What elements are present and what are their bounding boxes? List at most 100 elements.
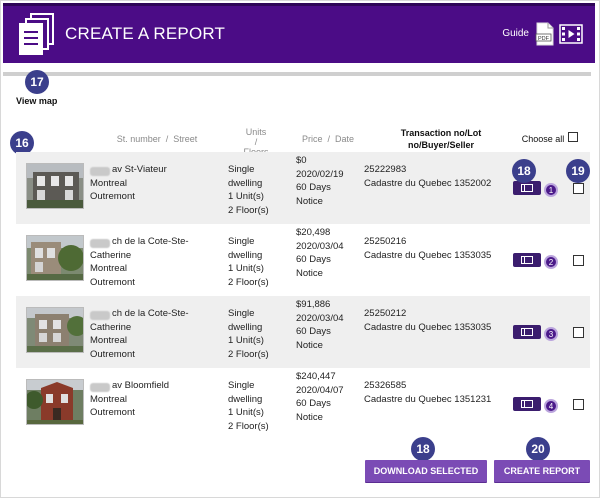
- cadastre: Cadastre du Quebec 1352002: [364, 177, 492, 189]
- street-name: av St-Viateur: [112, 164, 167, 175]
- report-icon: [521, 184, 533, 192]
- floor-count: 2 Floor(s): [228, 276, 269, 288]
- floor-count: 2 Floor(s): [228, 204, 269, 216]
- choose-all-checkbox[interactable]: [568, 132, 578, 142]
- notice: 60 Days Notice: [296, 182, 331, 207]
- price: $91,886: [296, 299, 331, 310]
- city: Montreal: [90, 335, 127, 346]
- floor-count: 2 Floor(s): [228, 420, 269, 432]
- borough: Outremont: [90, 191, 135, 202]
- unit-count: 1 Unit(s): [228, 407, 264, 418]
- row-report-button[interactable]: [513, 181, 541, 195]
- row-select-checkbox[interactable]: [573, 399, 584, 410]
- transaction-number: 25250216: [364, 236, 407, 247]
- callout-badge-18-download: 18: [411, 437, 435, 461]
- property-address: 748ch de la Cote-Ste-Catherine Montreal …: [90, 235, 210, 289]
- date: 2020/02/19: [296, 168, 344, 180]
- row-select-checkbox[interactable]: [573, 327, 584, 338]
- dwelling-type: Single dwelling: [228, 308, 263, 333]
- report-icon: [521, 400, 533, 408]
- column-header-transaction: Transaction no/Lot no/Buyer/Seller: [400, 128, 482, 150]
- price: $0: [296, 155, 307, 166]
- row-number-badge: 2: [544, 255, 558, 269]
- video-icon[interactable]: [559, 24, 583, 44]
- row-select-checkbox[interactable]: [573, 255, 584, 266]
- row-report-button[interactable]: [513, 253, 541, 267]
- cadastre: Cadastre du Quebec 1353035: [364, 321, 492, 333]
- unit-count: 1 Unit(s): [228, 335, 264, 346]
- notice: 60 Days Notice: [296, 398, 331, 423]
- transaction-number: 25222983: [364, 164, 407, 175]
- date: 2020/04/07: [296, 384, 344, 396]
- property-photo: [26, 307, 84, 353]
- city: Montreal: [90, 393, 127, 405]
- notice: 60 Days Notice: [296, 254, 331, 279]
- transaction-number: 25250212: [364, 308, 407, 319]
- documents-stack-icon: [19, 13, 54, 55]
- borough: Outremont: [90, 407, 135, 418]
- view-map-link[interactable]: View map: [16, 96, 57, 106]
- callout-badge-17: 17: [25, 70, 49, 94]
- unit-count: 1 Unit(s): [228, 191, 264, 202]
- tabs-bar: [3, 72, 591, 76]
- price-date: $0 2020/02/19 60 Days Notice: [296, 154, 344, 208]
- dwelling-type: Single dwelling: [228, 380, 263, 405]
- property-photo: [26, 163, 84, 209]
- row-report-button[interactable]: [513, 325, 541, 339]
- price-date: $240,447 2020/04/07 60 Days Notice: [296, 370, 344, 424]
- borough: Outremont: [90, 348, 135, 360]
- property-address: 249av Bloomfield Montreal Outremont: [90, 379, 210, 420]
- street-number-redacted: 748: [90, 239, 110, 248]
- units-floors: Single dwelling 1 Unit(s) 2 Floor(s): [228, 379, 272, 433]
- dwelling-type: Single dwelling: [228, 164, 263, 189]
- city: Montreal: [90, 263, 127, 274]
- price-date: $20,498 2020/03/04 60 Days Notice: [296, 226, 344, 280]
- street-number-redacted: 748: [90, 311, 110, 320]
- column-header-price: Price / Date: [301, 134, 355, 144]
- units-floors: Single dwelling 1 Unit(s) 2 Floor(s): [228, 163, 272, 217]
- row-report-button[interactable]: [513, 397, 541, 411]
- units-floors: Single dwelling 1 Unit(s) 2 Floor(s): [228, 307, 272, 361]
- table-row: 748ch de la Cote-Ste-Catherine Montreal …: [16, 296, 590, 368]
- unit-count: 1 Unit(s): [228, 263, 264, 274]
- transaction-info: 25250216 Cadastre du Quebec 1353035: [364, 235, 491, 262]
- property-photo: [26, 379, 84, 425]
- property-photo: [26, 235, 84, 281]
- report-icon: [521, 256, 533, 264]
- price-date: $91,886 2020/03/04 60 Days Notice: [296, 298, 344, 352]
- row-number-badge: 3: [544, 327, 558, 341]
- transaction-number: 25326585: [364, 380, 407, 391]
- units-floors: Single dwelling 1 Unit(s) 2 Floor(s): [228, 235, 272, 289]
- floor-count: 2 Floor(s): [228, 348, 269, 360]
- price: $240,447: [296, 371, 336, 382]
- street-number-redacted: 249: [90, 383, 110, 392]
- row-number-badge: 4: [544, 399, 558, 413]
- callout-badge-18: 18: [512, 159, 536, 183]
- city: Montreal: [90, 177, 127, 189]
- dwelling-type: Single dwelling: [228, 236, 263, 261]
- date: 2020/03/04: [296, 240, 344, 252]
- cadastre: Cadastre du Quebec 1353035: [364, 249, 492, 261]
- callout-badge-20: 20: [526, 437, 550, 461]
- transaction-info: 25222983 Cadastre du Quebec 1352002: [364, 163, 491, 190]
- svg-text:PDF: PDF: [538, 36, 550, 42]
- page-title: CREATE A REPORT: [65, 24, 226, 43]
- create-report-button[interactable]: CREATE REPORT: [494, 460, 590, 482]
- street-number-redacted: 1234: [90, 167, 110, 176]
- row-select-checkbox[interactable]: [573, 183, 584, 194]
- table-row: 249av Bloomfield Montreal Outremont Sing…: [16, 368, 590, 440]
- pdf-file-icon[interactable]: PDF: [535, 22, 555, 46]
- row-number-badge: 1: [544, 183, 558, 197]
- table-row: 748ch de la Cote-Ste-Catherine Montreal …: [16, 224, 590, 296]
- date: 2020/03/04: [296, 312, 344, 324]
- cadastre: Cadastre du Quebec 1351231: [364, 393, 492, 405]
- page-header: CREATE A REPORT Guide PDF: [3, 3, 595, 63]
- callout-badge-19: 19: [566, 159, 590, 183]
- download-selected-button[interactable]: DOWNLOAD SELECTED: [365, 460, 487, 482]
- street-name: av Bloomfield: [112, 380, 170, 391]
- property-address: 748ch de la Cote-Ste-Catherine Montreal …: [90, 307, 210, 361]
- notice: 60 Days Notice: [296, 326, 331, 351]
- table-row: 1234av St-Viateur Montreal Outremont Sin…: [16, 152, 590, 224]
- price: $20,498: [296, 227, 331, 238]
- transaction-info: 25326585 Cadastre du Quebec 1351231: [364, 379, 491, 406]
